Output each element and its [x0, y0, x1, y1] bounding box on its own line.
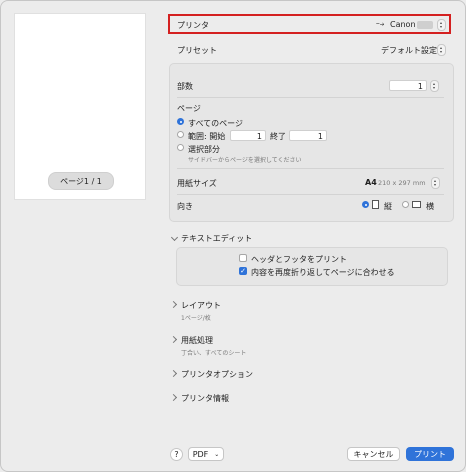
pages-range-label: 範囲: 開始 — [188, 132, 226, 141]
chevron-right-icon[interactable] — [169, 393, 178, 402]
chevron-down-icon[interactable] — [170, 233, 179, 242]
pages-selection-radio[interactable] — [177, 144, 184, 151]
landscape-icon — [412, 201, 421, 208]
paper-size-value[interactable]: A4 — [365, 178, 377, 187]
portrait-radio[interactable] — [362, 201, 369, 208]
pages-selection-hint: サイドバーからページを選択してください — [188, 157, 302, 164]
pdf-label: PDF — [192, 449, 209, 459]
landscape-label: 横 — [426, 202, 434, 211]
printer-name-redacted — [417, 21, 433, 29]
rewrap-label: 内容を再度折り返してページに合わせる — [251, 268, 395, 277]
copies-stepper[interactable] — [430, 80, 439, 92]
preset-label: プリセット — [177, 46, 217, 55]
paper-size-popup-arrows[interactable] — [431, 177, 440, 189]
pages-selection-label: 選択部分 — [188, 145, 220, 154]
paper-size-dims: 210 x 297 mm — [378, 179, 426, 187]
chevron-right-icon[interactable] — [169, 300, 178, 309]
divider — [177, 194, 444, 195]
chevron-right-icon[interactable] — [169, 369, 178, 378]
paper-handling-title[interactable]: 用紙処理 — [181, 335, 213, 346]
chevron-right-icon[interactable] — [169, 335, 178, 344]
printer-options-title[interactable]: プリンタオプション — [181, 369, 253, 380]
pages-all-label: すべてのページ — [188, 119, 243, 128]
landscape-radio[interactable] — [402, 201, 409, 208]
printer-icon: ⤍ — [376, 19, 385, 28]
printer-popup-arrows[interactable] — [437, 19, 446, 31]
layout-summary: 1ページ/枚 — [181, 315, 211, 322]
paper-handling-summary: 丁合い、すべてのシート — [181, 350, 247, 357]
printer-info-title[interactable]: プリンタ情報 — [181, 393, 229, 404]
print-button[interactable]: プリント — [406, 447, 454, 461]
headers-checkbox[interactable] — [239, 254, 247, 262]
paper-size-label: 用紙サイズ — [177, 179, 217, 188]
divider — [177, 97, 444, 98]
page-indicator-label: ページ1 / 1 — [60, 176, 102, 186]
range-from-field[interactable]: 1 — [230, 130, 266, 141]
pages-all-radio[interactable] — [177, 118, 184, 125]
page-indicator[interactable]: ページ1 / 1 — [48, 172, 114, 190]
pdf-menu-button[interactable]: PDF ⌄ — [188, 447, 224, 461]
layout-title[interactable]: レイアウト — [181, 300, 221, 311]
chevron-down-icon: ⌄ — [214, 450, 220, 458]
preset-value[interactable]: デフォルト設定 — [381, 45, 437, 56]
copies-field[interactable]: 1 — [389, 80, 427, 91]
portrait-label: 縦 — [384, 202, 392, 211]
pages-label: ページ — [177, 104, 201, 113]
printer-label: プリンタ — [177, 21, 209, 30]
orientation-label: 向き — [177, 202, 193, 211]
print-label: プリント — [414, 449, 446, 459]
cancel-label: キャンセル — [353, 449, 394, 459]
cancel-button[interactable]: キャンセル — [347, 447, 400, 461]
copies-label: 部数 — [177, 82, 193, 91]
pages-range-radio[interactable] — [177, 131, 184, 138]
preset-popup-arrows[interactable] — [437, 44, 446, 56]
text-edit-title[interactable]: テキストエディット — [181, 233, 252, 244]
headers-label: ヘッダとフッタをプリント — [251, 255, 347, 264]
range-to-field[interactable]: 1 — [289, 130, 327, 141]
printer-value: Canon — [390, 20, 416, 29]
print-dialog: ページ1 / 1 プリンタ ⤍ Canon プリセット デフォルト設定 部数 1… — [0, 0, 466, 472]
help-button[interactable]: ? — [170, 448, 183, 461]
divider — [177, 168, 444, 169]
portrait-icon — [372, 200, 379, 209]
range-to-label: 終了 — [270, 132, 286, 141]
rewrap-checkbox[interactable]: ✓ — [239, 267, 247, 275]
